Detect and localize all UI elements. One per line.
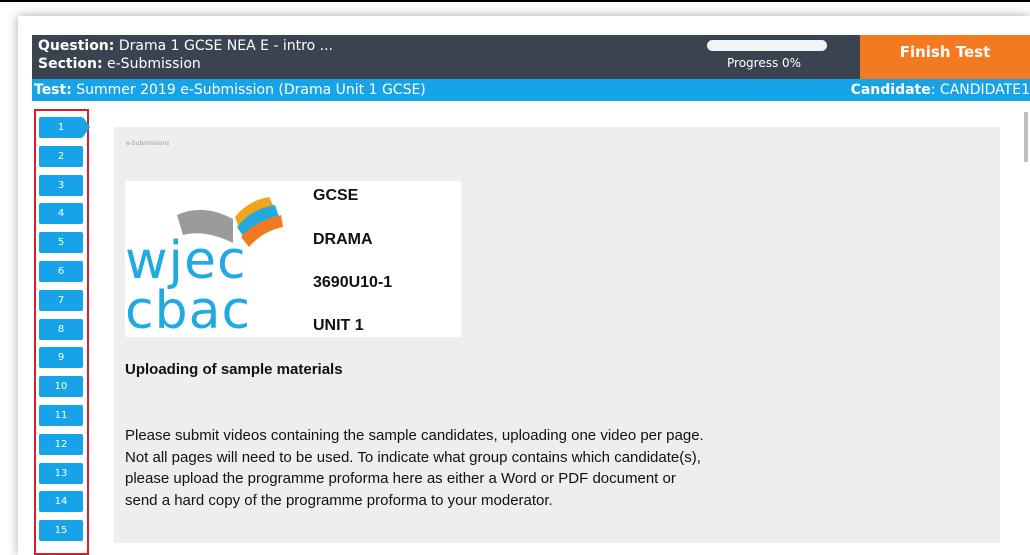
- question-header: Question: Drama 1 GCSE NEA E - intro ...…: [32, 35, 1030, 79]
- test-info-bar: Test: Summer 2019 e-Submission (Drama Un…: [32, 79, 1030, 101]
- candidate-value: : CANDIDATE1 Test: [930, 82, 1030, 98]
- question-nav-button-9[interactable]: 9: [39, 347, 83, 369]
- test-title: Test: Summer 2019 e-Submission (Drama Un…: [34, 79, 426, 101]
- test-label: Test:: [34, 82, 72, 98]
- scrollbar[interactable]: [1024, 112, 1028, 162]
- wjec-logo-panel: wjec cbac GCSE DRAMA 3690U10-1 UNIT 1: [125, 181, 461, 337]
- question-nav-button-15[interactable]: 15: [39, 520, 83, 542]
- question-nav-button-2[interactable]: 2: [39, 145, 83, 167]
- instruction-line: please upload the programme proforma her…: [125, 470, 676, 488]
- section-heading: Uploading of sample materials: [125, 361, 343, 378]
- question-nav-button-14[interactable]: 14: [39, 491, 83, 513]
- question-nav-button-10[interactable]: 10: [39, 376, 83, 398]
- app-window: Question: Drama 1 GCSE NEA E - intro ...…: [18, 16, 1030, 555]
- question-nav-button-11[interactable]: 11: [39, 405, 83, 426]
- instructions-paragraph: Please submit videos containing the samp…: [125, 425, 785, 511]
- question-nav-button-5[interactable]: 5: [39, 232, 83, 254]
- question-nav-button-13[interactable]: 13: [39, 462, 83, 484]
- spec-gcse: GCSE: [313, 187, 359, 204]
- spec-subject: DRAMA: [313, 231, 373, 248]
- section-title: Section: e-Submission: [38, 55, 201, 73]
- progress-bar: [707, 40, 827, 51]
- spec-code: 3690U10-1: [313, 274, 393, 291]
- section-value: e-Submission: [107, 56, 201, 72]
- question-nav-button-12[interactable]: 12: [39, 433, 83, 455]
- logo-cbac: cbac: [125, 281, 252, 341]
- question-nav-button-6[interactable]: 6: [39, 261, 83, 282]
- question-nav-button-4[interactable]: 4: [39, 203, 83, 225]
- question-title: Question: Drama 1 GCSE NEA E - intro ...: [38, 37, 333, 55]
- finish-test-button[interactable]: Finish Test: [860, 35, 1030, 79]
- question-nav-button-1[interactable]: 1: [39, 117, 90, 138]
- progress-text: Progress 0%: [727, 56, 802, 70]
- candidate-label: Candidate: [850, 82, 931, 98]
- question-nav-button-3[interactable]: 3: [39, 174, 83, 196]
- question-nav-button-7[interactable]: 7: [39, 289, 83, 311]
- section-label: Section:: [38, 56, 103, 72]
- instruction-line: Please submit videos containing the samp…: [125, 427, 704, 444]
- instruction-line: Not all pages will need to be used. To i…: [125, 448, 701, 466]
- test-value: Summer 2019 e-Submission (Drama Unit 1 G…: [76, 82, 426, 98]
- question-navigator: 1 2 3 4 5 6 7 8 9 10 11 12 13 14 15: [34, 109, 90, 555]
- spec-unit: UNIT 1: [313, 317, 364, 334]
- top-border-line: [0, 0, 1030, 2]
- breadcrumb: e-Submissions: [126, 140, 170, 147]
- question-nav-button-8[interactable]: 8: [39, 318, 83, 340]
- candidate-info: Candidate: CANDIDATE1 Test: [851, 79, 1030, 101]
- question-content: e-Submissions wjec cbac GCSE DRAMA 3690U…: [114, 127, 1000, 543]
- question-label: Question:: [38, 38, 115, 54]
- question-value: Drama 1 GCSE NEA E - intro ...: [118, 38, 333, 54]
- logo-wjec: wjec: [125, 231, 247, 291]
- instruction-line: send a hard copy of the programme profor…: [125, 491, 553, 509]
